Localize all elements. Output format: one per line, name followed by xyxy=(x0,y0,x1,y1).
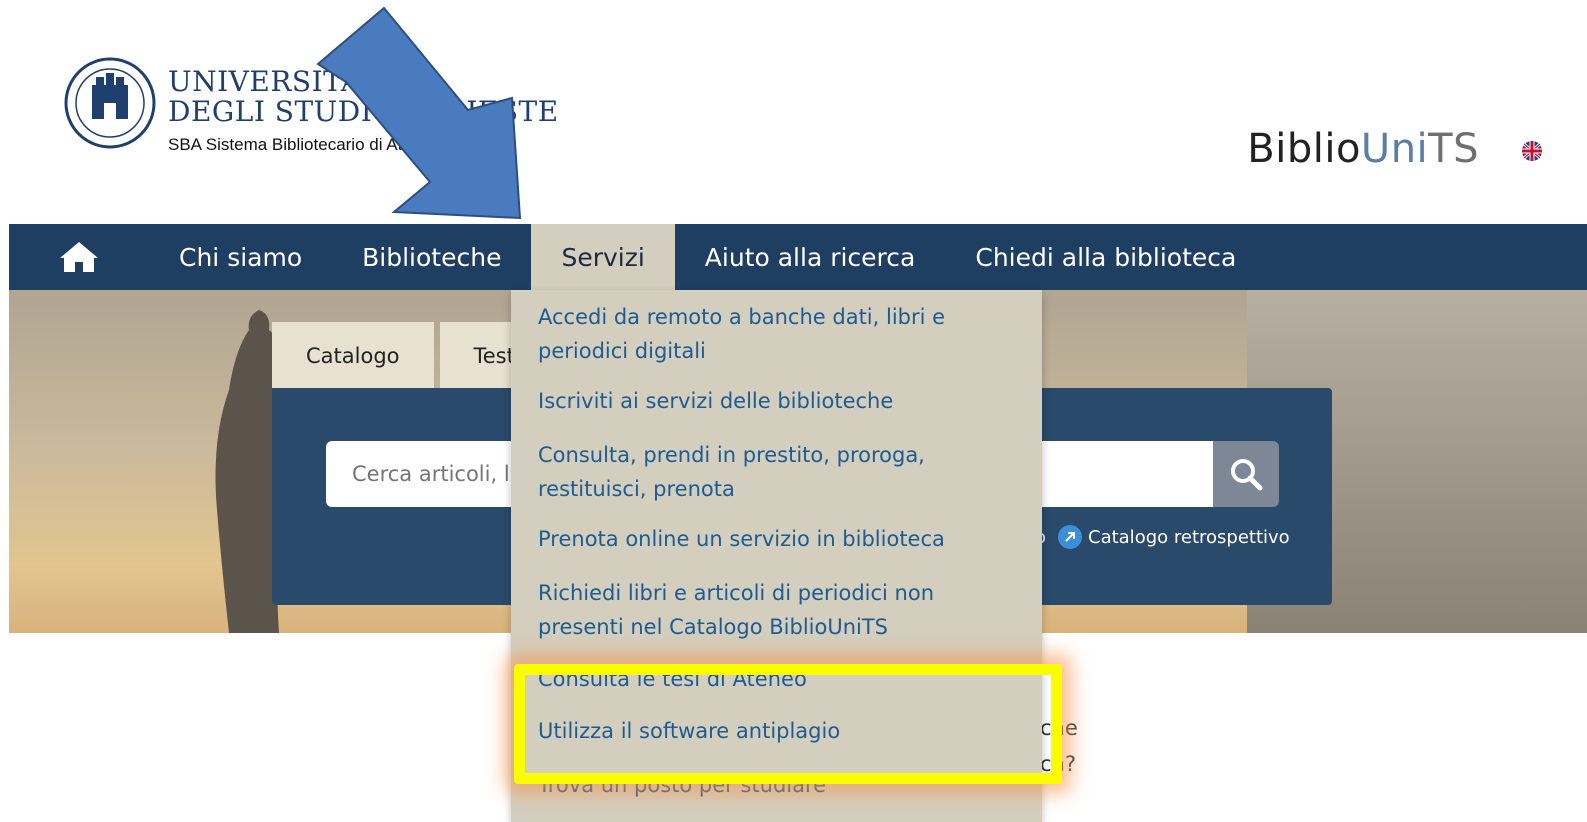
pointer-arrow-annotation xyxy=(316,6,522,220)
